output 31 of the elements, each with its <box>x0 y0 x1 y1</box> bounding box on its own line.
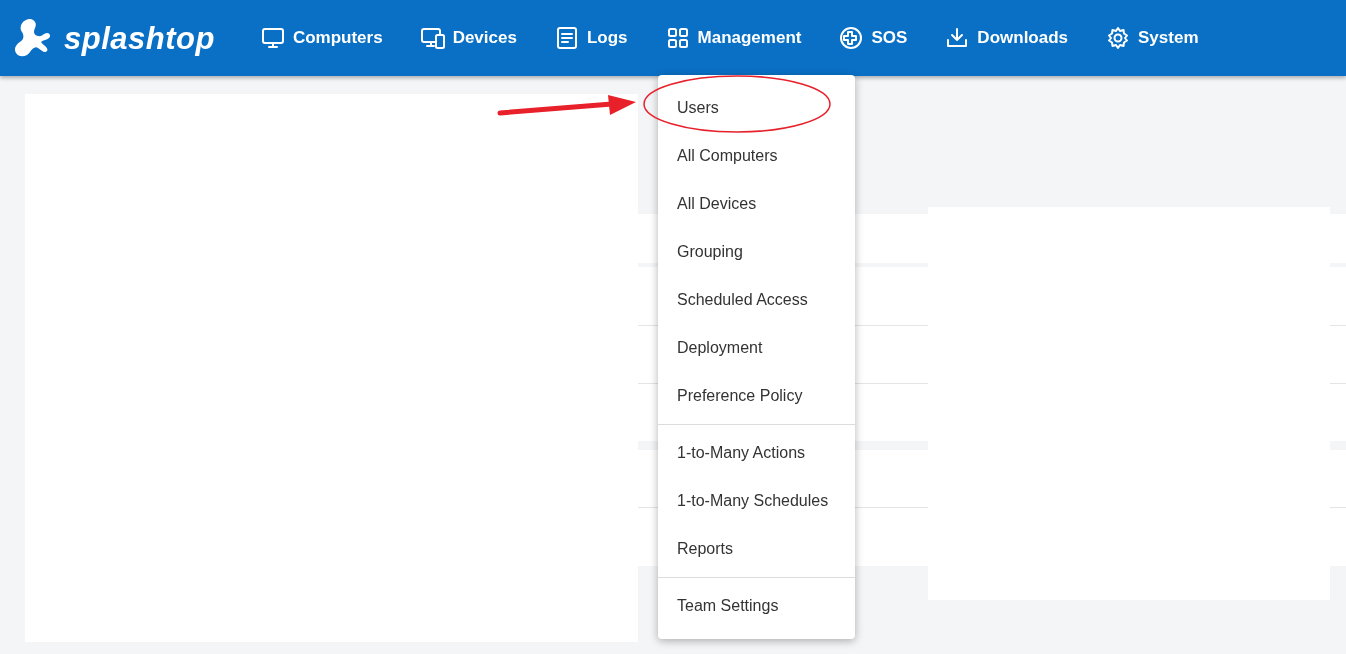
grid-icon <box>665 26 690 50</box>
menu-item[interactable]: 1-to-Many Schedules <box>658 477 855 525</box>
nav-link[interactable]: Downloads <box>977 25 1069 51</box>
menu-item[interactable]: Reports <box>658 525 855 573</box>
table-row <box>1330 508 1346 566</box>
nav-link[interactable]: Computers <box>292 25 383 51</box>
menu-item[interactable]: Grouping <box>658 228 855 276</box>
menu-item[interactable]: Team Settings <box>658 582 855 630</box>
nav-link[interactable]: System <box>1138 25 1199 51</box>
menu-item[interactable]: All Computers <box>658 132 855 180</box>
brand-logo[interactable]: splashtop <box>64 22 215 54</box>
monitor-icon <box>260 26 285 50</box>
settings-icon <box>1106 26 1131 50</box>
table-row <box>1330 450 1346 507</box>
menu-item[interactable]: Deployment <box>658 324 855 372</box>
document-icon <box>554 26 579 50</box>
menu-item[interactable]: Users <box>658 84 855 132</box>
nav-link[interactable]: Devices <box>452 25 517 51</box>
devices-icon <box>420 26 445 50</box>
menu-item[interactable]: Scheduled Access <box>658 276 855 324</box>
table-row <box>1330 326 1346 383</box>
menu-item[interactable]: All Devices <box>658 180 855 228</box>
menu-item[interactable]: 1-to-Many Actions <box>658 429 855 477</box>
download-icon <box>945 26 970 50</box>
table-row <box>1330 384 1346 441</box>
menu-item[interactable]: Preference Policy <box>658 372 855 420</box>
table-row <box>1330 267 1346 325</box>
nav-link[interactable]: SOS <box>871 25 908 51</box>
nav-link[interactable]: Management <box>697 25 802 51</box>
lifebuoy-icon <box>839 26 864 50</box>
nav-link[interactable]: Logs <box>586 25 628 51</box>
